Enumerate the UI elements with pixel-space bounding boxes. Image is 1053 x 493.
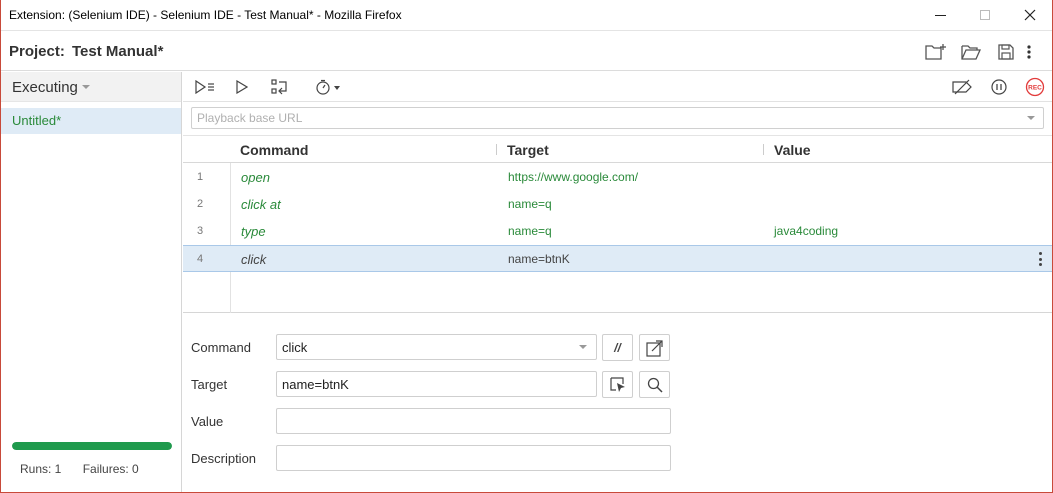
table-header: Command Target Value xyxy=(183,136,1052,163)
new-project-button[interactable] xyxy=(923,39,949,65)
run-all-tests-icon xyxy=(195,80,214,94)
row-number: 2 xyxy=(197,198,204,210)
disable-breakpoints-button[interactable] xyxy=(949,75,975,99)
project-more-button[interactable] xyxy=(1021,39,1037,65)
row-target: name=q xyxy=(508,197,552,211)
row-number: 3 xyxy=(197,225,204,237)
command-label: Command xyxy=(191,340,251,355)
command-editor: Command // Target xyxy=(183,322,1052,492)
search-icon xyxy=(647,377,663,393)
comment-toggle-button[interactable]: // xyxy=(602,334,633,361)
value-input[interactable] xyxy=(277,409,662,433)
command-input[interactable] xyxy=(277,335,567,359)
step-over-button[interactable] xyxy=(267,75,293,99)
step-over-icon xyxy=(271,79,287,95)
view-selector-dropdown[interactable]: Executing xyxy=(1,72,181,102)
row-command: click at xyxy=(241,197,281,212)
table-row[interactable]: 3 type name=q java4coding xyxy=(183,218,1052,245)
target-field[interactable] xyxy=(276,371,597,397)
pause-on-exceptions-button[interactable] xyxy=(986,75,1012,99)
close-icon xyxy=(1024,9,1036,21)
chevron-down-icon xyxy=(82,85,90,89)
command-combobox[interactable] xyxy=(276,334,597,360)
minimize-button[interactable] xyxy=(917,0,963,30)
save-icon xyxy=(998,44,1014,60)
row-command: type xyxy=(241,224,266,239)
test-speed-button[interactable] xyxy=(311,75,345,99)
disable-breakpoints-icon xyxy=(952,79,972,95)
column-divider[interactable] xyxy=(496,144,497,155)
test-name: Untitled* xyxy=(12,113,62,128)
main-panel: REC Command Target Value 1 open https://… xyxy=(183,72,1052,492)
window-title: Extension: (Selenium IDE) - Selenium IDE… xyxy=(9,8,402,22)
target-label: Target xyxy=(191,377,228,392)
row-target: name=btnK xyxy=(508,252,570,266)
row-target: name=q xyxy=(508,224,552,238)
row-number: 1 xyxy=(197,171,204,183)
select-element-icon xyxy=(609,376,625,392)
table-row[interactable]: 1 open https://www.google.com/ xyxy=(183,164,1052,191)
more-vertical-icon xyxy=(1027,45,1031,59)
firefox-window: Extension: (Selenium IDE) - Selenium IDE… xyxy=(0,0,1053,493)
column-header-target: Target xyxy=(507,142,549,158)
close-window-button[interactable] xyxy=(1007,0,1052,30)
row-value: java4coding xyxy=(774,224,839,238)
chevron-down-icon[interactable] xyxy=(1027,116,1035,120)
commands-table: Command Target Value 1 open https://www.… xyxy=(183,135,1052,313)
title-bar: Extension: (Selenium IDE) - Selenium IDE… xyxy=(1,0,1052,30)
run-progress-bar xyxy=(12,442,172,450)
target-input[interactable] xyxy=(277,372,567,396)
new-folder-icon xyxy=(925,44,946,60)
description-field[interactable] xyxy=(276,445,671,471)
run-progress-fill xyxy=(12,442,172,450)
row-number: 4 xyxy=(197,253,204,265)
project-header: Project: Test Manual* xyxy=(1,30,1052,71)
table-row[interactable]: 2 click at name=q xyxy=(183,191,1052,218)
table-row-selected[interactable]: 4 click name=btnK xyxy=(183,245,1052,272)
view-selector-label: Executing xyxy=(12,79,78,96)
row-more-icon[interactable] xyxy=(1037,252,1043,266)
failures-count: Failures: 0 xyxy=(82,462,139,476)
runs-count: Runs: 1 xyxy=(20,462,62,476)
base-url-input[interactable] xyxy=(192,108,1012,128)
run-stats: Runs: 1 Failures: 0 xyxy=(20,462,139,476)
pause-icon xyxy=(991,79,1007,95)
project-label: Project: xyxy=(9,43,65,60)
run-current-test-button[interactable] xyxy=(229,75,255,99)
test-list-item[interactable]: Untitled* xyxy=(1,108,181,134)
value-field[interactable] xyxy=(276,408,671,434)
record-icon: REC xyxy=(1025,77,1045,97)
description-label: Description xyxy=(191,451,257,466)
maximize-button[interactable] xyxy=(962,0,1008,30)
select-target-button[interactable] xyxy=(602,371,633,398)
save-project-button[interactable] xyxy=(993,39,1019,65)
row-command: click xyxy=(241,252,267,267)
open-external-icon xyxy=(645,339,663,357)
column-divider[interactable] xyxy=(763,144,764,155)
run-all-tests-button[interactable] xyxy=(192,75,218,99)
run-current-test-icon xyxy=(236,80,248,94)
minimize-icon xyxy=(934,14,946,16)
comment-toggle-label: // xyxy=(614,340,621,355)
maximize-icon xyxy=(980,10,990,20)
base-url-combobox[interactable] xyxy=(191,107,1044,129)
sidebar: Executing Untitled* Runs: 1 Failures: 0 xyxy=(1,72,182,492)
playback-toolbar: REC xyxy=(183,72,1052,102)
column-header-command: Command xyxy=(240,142,309,158)
row-command: open xyxy=(241,170,270,185)
column-header-value: Value xyxy=(774,142,811,158)
value-label: Value xyxy=(191,414,224,429)
record-button[interactable]: REC xyxy=(1022,75,1048,99)
description-input[interactable] xyxy=(277,446,662,470)
open-reference-button[interactable] xyxy=(639,334,670,361)
record-text: REC xyxy=(1028,85,1042,92)
row-target: https://www.google.com/ xyxy=(508,170,639,184)
speed-timer-icon xyxy=(316,79,340,95)
open-project-button[interactable] xyxy=(958,39,984,65)
project-name[interactable]: Test Manual* xyxy=(72,43,163,60)
open-folder-icon xyxy=(961,45,981,60)
find-target-button[interactable] xyxy=(639,371,670,398)
chevron-down-icon[interactable] xyxy=(579,345,587,349)
